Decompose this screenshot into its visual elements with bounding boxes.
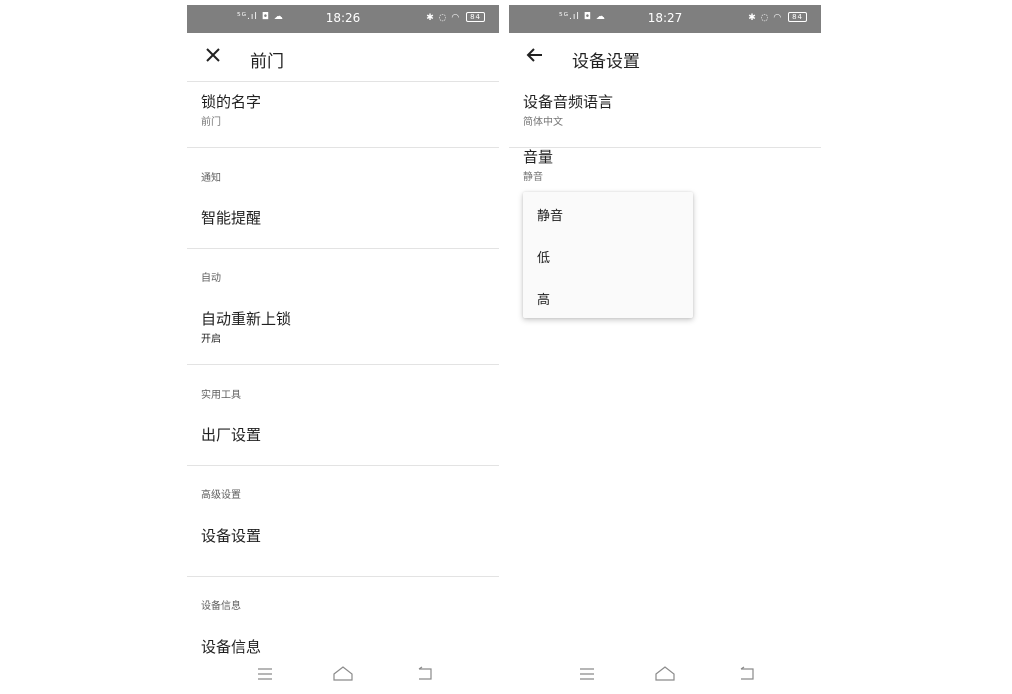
volume-value: 静音	[523, 172, 543, 183]
home-icon[interactable]	[328, 661, 358, 687]
divider	[187, 147, 499, 148]
back-icon[interactable]	[410, 661, 440, 687]
device-info-item[interactable]: 设备信息	[201, 636, 261, 657]
close-icon[interactable]	[201, 43, 225, 67]
home-icon[interactable]	[650, 661, 680, 687]
status-bar: ⁵ᴳ.ıl ◘ ☁ 18:26 ✱ ◌ ◠ 84	[187, 5, 499, 33]
app-bar: 前门	[187, 33, 499, 83]
app-bar: 设备设置	[509, 33, 821, 83]
divider	[187, 248, 499, 249]
volume-label: 音量	[523, 148, 554, 166]
system-nav-bar	[509, 661, 821, 687]
menu-icon[interactable]	[572, 661, 602, 687]
volume-option-mute[interactable]: 静音	[537, 205, 563, 224]
battery-icon: 84	[788, 12, 807, 22]
status-right-icons: ✱ ◌ ◠ 84	[748, 12, 807, 23]
back-icon[interactable]	[732, 661, 762, 687]
section-device-info: 设备信息	[201, 601, 241, 612]
audio-language-label: 设备音频语言	[523, 93, 614, 111]
device-settings-item[interactable]: 设备设置	[201, 525, 261, 546]
phone-screen-right: ⁵ᴳ.ıl ◘ ☁ 18:27 ✱ ◌ ◠ 84 设备设置 设备音频语言 简体中…	[509, 5, 821, 694]
factory-reset-item[interactable]: 出厂设置	[201, 424, 261, 445]
section-tools: 实用工具	[201, 390, 241, 401]
volume-dropdown-menu: 静音 低 高	[523, 192, 693, 318]
arrow-left-icon[interactable]	[523, 43, 547, 67]
menu-icon[interactable]	[250, 661, 280, 687]
section-auto: 自动	[201, 273, 221, 284]
auto-relock-label: 自动重新上锁	[201, 310, 292, 328]
phone-screen-left: ⁵ᴳ.ıl ◘ ☁ 18:26 ✱ ◌ ◠ 84 前门 锁的名字 前门 通知 智…	[187, 5, 499, 694]
lock-name-label: 锁的名字	[201, 93, 262, 111]
divider	[187, 81, 499, 82]
status-bar: ⁵ᴳ.ıl ◘ ☁ 18:27 ✱ ◌ ◠ 84	[509, 5, 821, 33]
smart-alerts-item[interactable]: 智能提醒	[201, 207, 261, 228]
page-title: 前门	[250, 52, 284, 72]
divider	[187, 576, 499, 577]
volume-option-low[interactable]: 低	[537, 247, 550, 266]
divider	[187, 465, 499, 466]
lock-name-value: 前门	[201, 117, 221, 128]
audio-language-value: 简体中文	[523, 117, 563, 128]
divider	[509, 147, 821, 148]
section-advanced: 高级设置	[201, 490, 241, 501]
system-nav-bar	[187, 661, 499, 687]
status-right-icons: ✱ ◌ ◠ 84	[426, 12, 485, 23]
auto-relock-value: 开启	[201, 334, 221, 345]
section-notification: 通知	[201, 173, 221, 184]
volume-option-high[interactable]: 高	[537, 289, 550, 308]
page-title: 设备设置	[572, 52, 640, 72]
divider	[187, 364, 499, 365]
battery-icon: 84	[466, 12, 485, 22]
